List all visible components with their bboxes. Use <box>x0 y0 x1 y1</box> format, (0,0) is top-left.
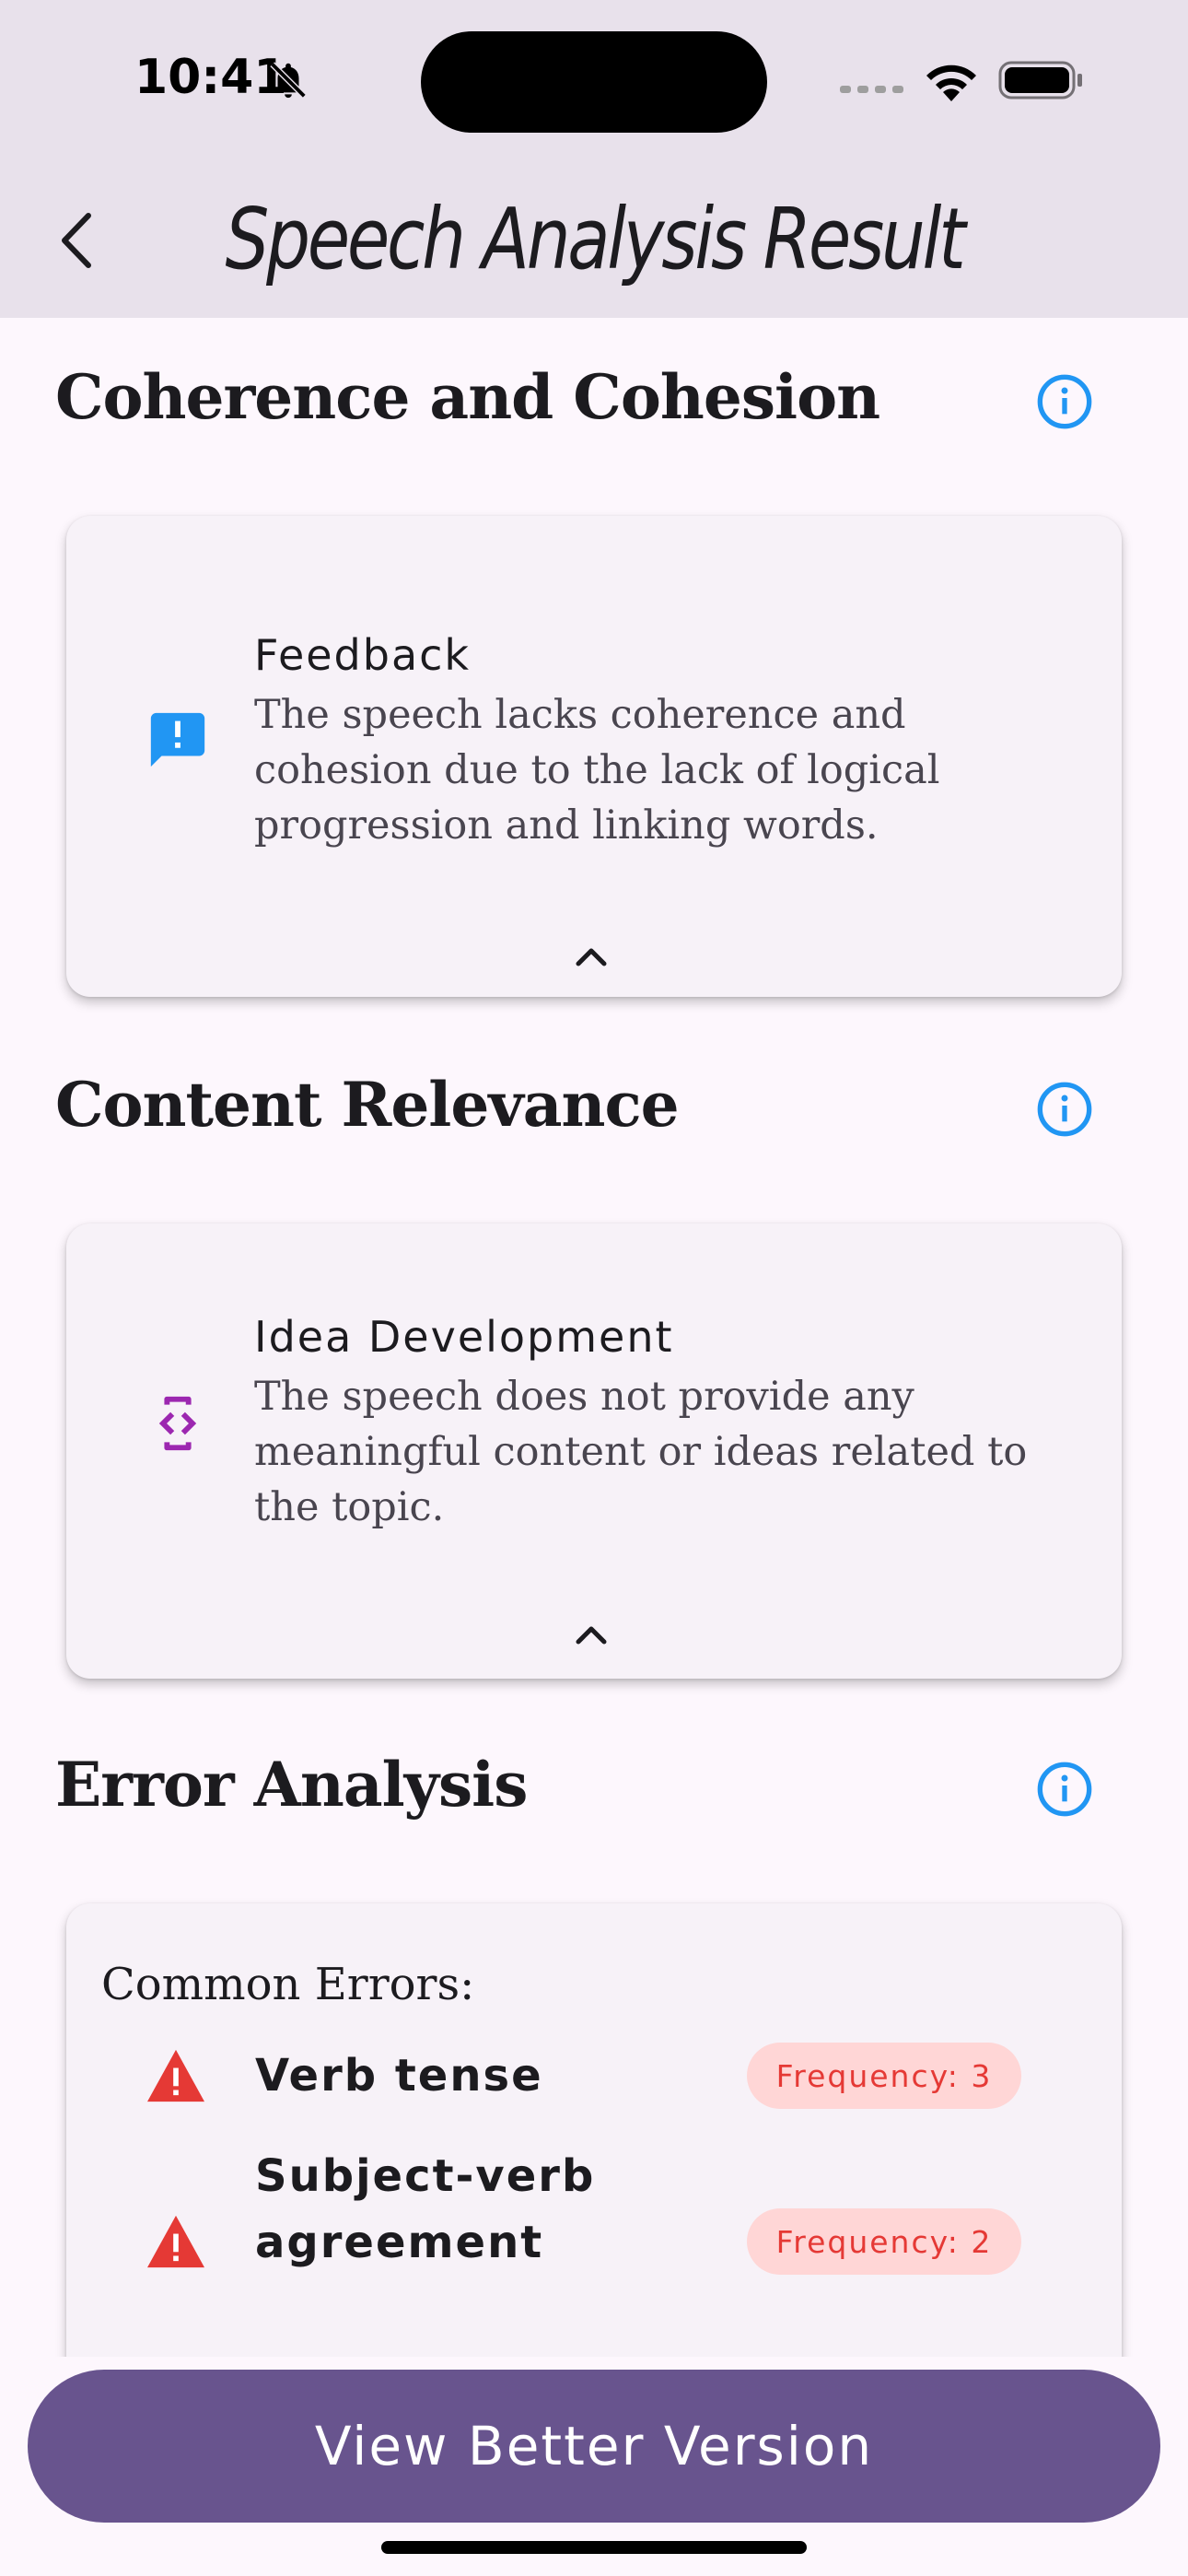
status-time: 10:41 <box>134 50 287 105</box>
app-bar: 10:41 Speech Analysis Result <box>0 0 1188 318</box>
dynamic-island <box>421 31 767 133</box>
bell-off-icon <box>270 62 307 99</box>
card-body: The speech does not provide any meaningf… <box>254 1374 1028 1530</box>
frequency-badge: Frequency: 2 <box>747 2208 1021 2275</box>
home-indicator <box>381 2541 807 2554</box>
info-icon[interactable] <box>1035 372 1094 431</box>
feedback-icon <box>150 712 205 767</box>
page-title: Speech Analysis Result <box>225 190 965 288</box>
info-icon[interactable] <box>1035 1760 1094 1819</box>
common-errors-label: Common Errors: <box>101 1959 475 2010</box>
error-label: Verb tense <box>255 2050 543 2102</box>
card-heading: Idea Development <box>254 1312 674 1362</box>
section-title-errors: Error Analysis <box>55 1749 528 1821</box>
wifi-icon <box>926 64 976 101</box>
battery-icon <box>998 61 1082 100</box>
frequency-badge: Frequency: 3 <box>747 2043 1021 2109</box>
view-better-version-button[interactable]: View Better Version <box>28 2370 1160 2523</box>
chevron-up-icon[interactable] <box>571 942 611 969</box>
card-heading: Feedback <box>254 630 472 680</box>
section-title-coherence: Coherence and Cohesion <box>55 361 880 433</box>
feedback-card[interactable]: Feedback The speech lacks coherence and … <box>66 516 1122 997</box>
chevron-up-icon[interactable] <box>571 1620 611 1647</box>
developer-mode-icon <box>158 1396 197 1451</box>
warning-icon <box>147 2215 204 2268</box>
error-label: Subject-verb agreement <box>255 2150 596 2268</box>
back-arrow-icon[interactable] <box>53 210 99 271</box>
info-icon[interactable] <box>1035 1080 1094 1139</box>
idea-development-card[interactable]: Idea Development The speech does not pro… <box>66 1224 1122 1679</box>
section-title-content: Content Relevance <box>55 1069 680 1141</box>
card-body: The speech lacks coherence and cohesion … <box>254 692 940 849</box>
warning-icon <box>147 2049 204 2102</box>
cellular-signal-icon <box>840 86 903 93</box>
